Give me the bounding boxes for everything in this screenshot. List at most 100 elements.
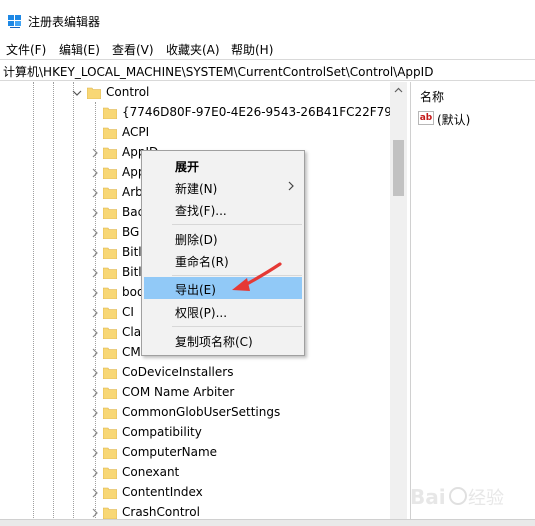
tree-item-label: CI <box>122 305 134 319</box>
column-header-name[interactable]: 名称 <box>420 88 444 105</box>
string-value-icon: ab <box>418 111 434 125</box>
tree-item[interactable]: {7746D80F-97E0-4E26-9543-26B41FC22F79} <box>90 103 400 123</box>
menu-view[interactable]: 查看(V) <box>112 41 154 58</box>
tree-item[interactable]: COM Name Arbiter <box>90 383 390 403</box>
tree-item[interactable]: ACPI <box>90 123 390 143</box>
menu-item-label: 展开 <box>175 160 200 174</box>
menu-separator <box>172 224 302 225</box>
scroll-thumb[interactable] <box>393 140 404 196</box>
tree-item-label: Cla <box>122 325 142 339</box>
menu-item-label: 导出(E) <box>175 283 216 297</box>
menu-separator <box>172 326 302 327</box>
menu-item-new[interactable]: 新建(N) <box>144 176 302 198</box>
tree-item-label: Control <box>106 85 150 99</box>
folder-icon <box>103 467 117 479</box>
tree-guide-line <box>73 82 74 526</box>
tree-item-label: CrashControl <box>122 505 200 519</box>
chevron-right-icon[interactable] <box>90 148 100 158</box>
tree-item-label: Bitl <box>122 265 142 279</box>
tree-item-label: Conexant <box>122 465 180 479</box>
menu-item-expand[interactable]: 展开 <box>144 154 302 176</box>
value-list[interactable]: 名称 ab (默认) <box>414 82 535 526</box>
folder-icon <box>103 447 117 459</box>
folder-icon <box>103 167 117 179</box>
chevron-right-icon[interactable] <box>90 388 100 398</box>
folder-icon <box>103 387 117 399</box>
chevron-right-icon[interactable] <box>90 208 100 218</box>
chevron-right-icon[interactable] <box>90 508 100 518</box>
tree-item-control[interactable]: Control <box>70 83 370 103</box>
tree-item-label: {7746D80F-97E0-4E26-9543-26B41FC22F79} <box>122 105 400 119</box>
folder-icon <box>103 287 117 299</box>
chevron-right-icon[interactable] <box>90 168 100 178</box>
chevron-right-icon[interactable] <box>90 228 100 238</box>
address-path[interactable]: 计算机\HKEY_LOCAL_MACHINE\SYSTEM\CurrentCon… <box>3 63 433 80</box>
tree-item-label: COM Name Arbiter <box>122 385 235 399</box>
svg-text:经验: 经验 <box>468 488 504 509</box>
menu-item-delete[interactable]: 删除(D) <box>144 227 302 249</box>
folder-icon <box>103 367 117 379</box>
tree-item-label: Compatibility <box>122 425 202 439</box>
menu-help[interactable]: 帮助(H) <box>231 41 273 58</box>
folder-icon <box>103 487 117 499</box>
folder-icon <box>103 187 117 199</box>
folder-icon <box>103 327 117 339</box>
folder-icon <box>103 267 117 279</box>
menu-item-label: 权限(P)... <box>175 306 228 320</box>
menu-bar: 文件(F) 编辑(E) 查看(V) 收藏夹(A) 帮助(H) <box>0 38 535 58</box>
tree-item-label: CoDeviceInstallers <box>122 365 234 379</box>
tree-item-label: Bitl <box>122 245 142 259</box>
folder-icon <box>103 307 117 319</box>
chevron-down-icon[interactable] <box>72 88 82 98</box>
tree-item[interactable]: Compatibility <box>90 423 390 443</box>
chevron-right-icon[interactable] <box>90 408 100 418</box>
chevron-right-icon[interactable] <box>90 448 100 458</box>
menu-item-label: 新建(N) <box>175 182 218 196</box>
chevron-right-icon[interactable] <box>90 248 100 258</box>
tree-item-label: BG <box>122 225 140 239</box>
chevron-right-icon[interactable] <box>90 268 100 278</box>
folder-icon <box>103 227 117 239</box>
chevron-right-icon[interactable] <box>90 368 100 378</box>
menu-item-copy-key-name[interactable]: 复制项名称(C) <box>144 329 302 351</box>
tree-item[interactable]: ComputerName <box>90 443 390 463</box>
menu-edit[interactable]: 编辑(E) <box>59 41 100 58</box>
tree-item[interactable]: CommonGlobUserSettings <box>90 403 390 423</box>
menu-favorites[interactable]: 收藏夹(A) <box>166 41 220 58</box>
folder-icon <box>103 107 117 119</box>
pane-splitter[interactable] <box>410 82 413 526</box>
address-bar[interactable]: 计算机\HKEY_LOCAL_MACHINE\SYSTEM\CurrentCon… <box>0 59 535 81</box>
title-bar: 注册表编辑器 <box>0 0 535 38</box>
menu-file[interactable]: 文件(F) <box>6 41 46 58</box>
chevron-right-icon[interactable] <box>90 308 100 318</box>
menu-item-label: 删除(D) <box>175 233 218 247</box>
chevron-right-icon[interactable] <box>90 328 100 338</box>
value-name: (默认) <box>437 113 471 127</box>
folder-icon <box>103 207 117 219</box>
tree-item[interactable]: ContentIndex <box>90 483 390 503</box>
chevron-right-icon[interactable] <box>90 488 100 498</box>
chevron-right-icon[interactable] <box>90 188 100 198</box>
tree-guide-line <box>33 82 34 526</box>
svg-text:Bai: Bai <box>410 485 446 509</box>
folder-icon <box>103 427 117 439</box>
tree-item[interactable]: Conexant <box>90 463 390 483</box>
menu-item-find[interactable]: 查找(F)... <box>144 198 302 220</box>
chevron-right-icon[interactable] <box>90 468 100 478</box>
chevron-right-icon[interactable] <box>90 428 100 438</box>
chevron-right-icon <box>288 181 294 191</box>
context-menu: 展开 新建(N) 查找(F)... 删除(D) 重命名(R) 导出(E) 权限(… <box>141 150 305 356</box>
folder-icon <box>103 507 117 519</box>
tree-scrollbar[interactable] <box>390 82 407 526</box>
chevron-right-icon[interactable] <box>90 288 100 298</box>
menu-item-label: 复制项名称(C) <box>175 335 253 349</box>
folder-icon <box>87 87 101 99</box>
tree-item-label: ContentIndex <box>122 485 203 499</box>
menu-item-label: 查找(F)... <box>175 204 227 218</box>
menu-item-permissions[interactable]: 权限(P)... <box>144 300 302 322</box>
tree-guide-line <box>53 82 54 526</box>
tree-item-label: Arb <box>122 185 143 199</box>
scroll-up-icon[interactable] <box>390 82 407 99</box>
tree-item[interactable]: CoDeviceInstallers <box>90 363 390 383</box>
chevron-right-icon[interactable] <box>90 348 100 358</box>
